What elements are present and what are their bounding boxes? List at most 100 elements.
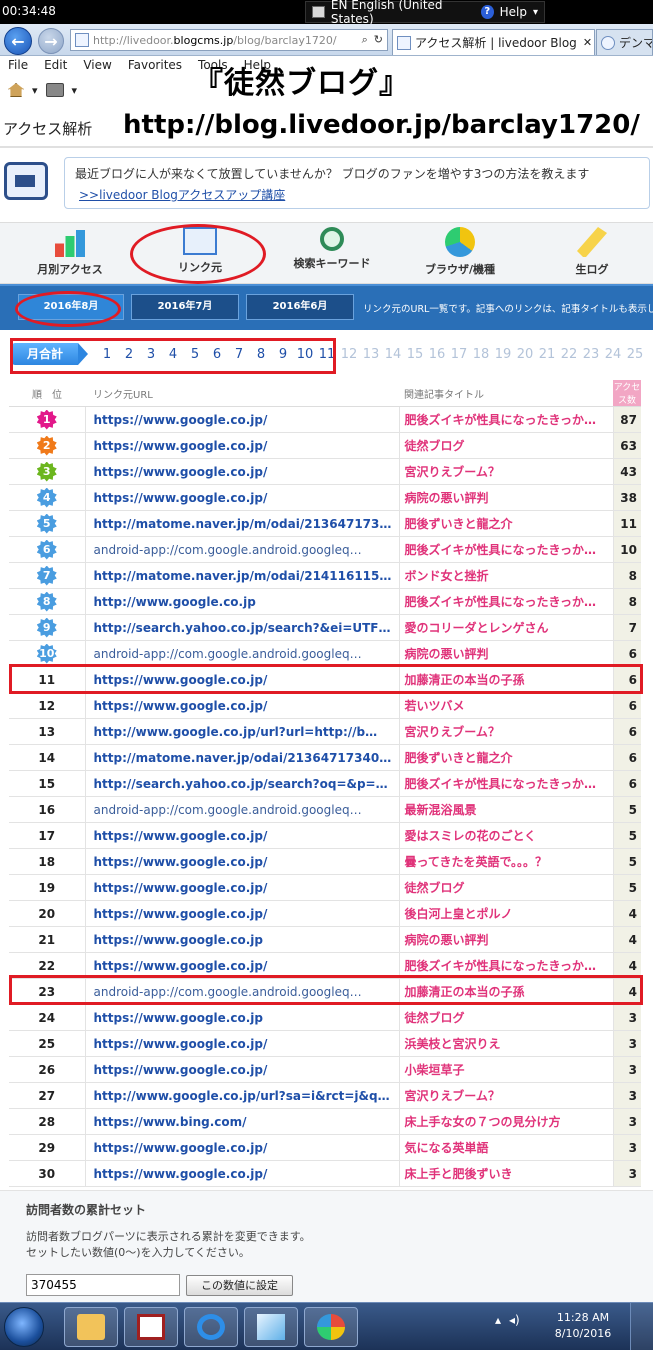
- menu-view[interactable]: View: [75, 56, 119, 78]
- nav-browser-device[interactable]: ブラウザ/機種: [400, 227, 520, 277]
- article-title-link[interactable]: 肥後ズイキが性具になったきっか…: [399, 770, 614, 797]
- article-title-link[interactable]: 床上手な女の７つの見分け方: [399, 1108, 614, 1135]
- referrer-url-link[interactable]: http://www.google.co.jp/url?sa=i&rct=j&q…: [85, 1082, 400, 1109]
- address-bar[interactable]: http://livedoor.blogcms.jp/blog/barclay1…: [70, 29, 388, 51]
- menu-file[interactable]: File: [0, 56, 36, 78]
- nav-monthly-access[interactable]: 月別アクセス: [30, 227, 110, 277]
- volume-icon[interactable]: ◂): [509, 1313, 520, 1327]
- tab-other[interactable]: デンマ: [596, 29, 653, 55]
- article-title-link[interactable]: 肥後ズイキが性具になったきっか…: [399, 406, 614, 433]
- start-button[interactable]: [4, 1307, 44, 1347]
- home-dropdown-icon[interactable]: ▾: [32, 84, 38, 97]
- show-desktop-button[interactable]: [630, 1303, 653, 1350]
- menu-edit[interactable]: Edit: [36, 56, 75, 78]
- referrer-url-link[interactable]: https://www.google.co.jp/: [85, 874, 400, 901]
- referrer-url-link[interactable]: http://matome.naver.jp/m/odai/2141161150…: [85, 562, 400, 589]
- referrer-url-link[interactable]: https://www.google.co.jp/: [85, 458, 400, 485]
- referrer-url-link[interactable]: http://matome.naver.jp/odai/213647173409…: [85, 744, 400, 771]
- referrer-url-link[interactable]: https://www.google.co.jp/: [85, 1134, 400, 1161]
- article-title-link[interactable]: 肥後ズイキが性具になったきっか…: [399, 588, 614, 615]
- referrer-url-link[interactable]: https://www.google.co.jp/: [85, 692, 400, 719]
- article-title-link[interactable]: 後白河上皇とポルノ: [399, 900, 614, 927]
- taskbar-internet-explorer[interactable]: [184, 1307, 238, 1347]
- referrer-url-link[interactable]: https://www.google.co.jp/: [85, 1056, 400, 1083]
- referrer-url-link[interactable]: https://www.google.co.jp/: [85, 822, 400, 849]
- article-title-link[interactable]: 肥後ずいきと龍之介: [399, 744, 614, 771]
- article-title-link[interactable]: 宮沢りえブーム？: [399, 1082, 614, 1109]
- article-title-link[interactable]: 浜美枝と宮沢りえ: [399, 1030, 614, 1057]
- referrer-url-link[interactable]: android-app://com.google.android.googleq…: [85, 796, 400, 823]
- language-bar-options-icon[interactable]: ▾: [533, 7, 538, 18]
- referrer-url-link[interactable]: https://www.google.co.jp/: [85, 1030, 400, 1057]
- rank-cell: 10: [9, 640, 86, 667]
- referrer-url-link[interactable]: http://search.yahoo.co.jp/search?&ei=UTF…: [85, 614, 400, 641]
- close-tab-icon[interactable]: ✕: [583, 36, 592, 49]
- referrer-url-link[interactable]: https://www.google.co.jp/: [85, 432, 400, 459]
- rank-number: 16: [38, 802, 56, 817]
- referrer-url-link[interactable]: https://www.google.co.jp/: [85, 900, 400, 927]
- referrer-url-link[interactable]: http://www.google.co.jp: [85, 588, 400, 615]
- nav-search-keywords[interactable]: 検索キーワード: [282, 227, 382, 271]
- article-title-link[interactable]: 徒然ブログ: [399, 1004, 614, 1031]
- help-icon[interactable]: ?: [480, 5, 494, 19]
- table-row: 3 https://www.google.co.jp/宮沢りえブーム？ 43: [9, 458, 641, 485]
- search-icon[interactable]: ⌕: [362, 33, 368, 47]
- taskbar-explorer[interactable]: [64, 1307, 118, 1347]
- print-icon[interactable]: [45, 83, 64, 97]
- day-link: 13: [362, 347, 380, 362]
- article-title-link[interactable]: 病院の悪い評判: [399, 640, 614, 667]
- count-header: アクセス数: [613, 380, 641, 407]
- print-dropdown-icon[interactable]: ▾: [72, 84, 78, 97]
- taskbar-paint[interactable]: [304, 1307, 358, 1347]
- article-title-link[interactable]: 愛のコリーダとレンゲさん: [399, 614, 614, 641]
- referrer-url-link[interactable]: http://www.google.co.jp/url?url=http://b…: [85, 718, 400, 745]
- article-title-link[interactable]: 宮沢りえブーム？: [399, 718, 614, 745]
- article-title-link[interactable]: 徒然ブログ: [399, 874, 614, 901]
- day-link: 12: [340, 347, 358, 362]
- article-title-link[interactable]: 気になる英単語: [399, 1134, 614, 1161]
- counter-value-input[interactable]: [26, 1274, 180, 1296]
- article-title-link[interactable]: 宮沢りえブーム？: [399, 458, 614, 485]
- article-title-link[interactable]: 病院の悪い評判: [399, 484, 614, 511]
- tray-expand-icon[interactable]: ▴: [495, 1313, 501, 1327]
- taskbar-clock-app[interactable]: [124, 1307, 178, 1347]
- article-title-link[interactable]: 徒然ブログ: [399, 432, 614, 459]
- nav-raw-log[interactable]: 生ログ: [552, 227, 632, 277]
- forward-button[interactable]: →: [38, 28, 64, 54]
- article-title-link[interactable]: 肥後ズイキが性具になったきっか…: [399, 536, 614, 563]
- set-counter-button[interactable]: この数値に設定: [186, 1275, 293, 1296]
- access-up-link[interactable]: >>livedoor Blogアクセスアップ講座: [75, 186, 639, 203]
- article-title-link[interactable]: 小柴垣草子: [399, 1056, 614, 1083]
- article-title-link[interactable]: 肥後ずいきと龍之介: [399, 510, 614, 537]
- article-title-link[interactable]: 若いツバメ: [399, 692, 614, 719]
- taskbar-clock[interactable]: 11:28 AM 8/10/2016: [553, 1310, 613, 1342]
- referrer-url-link[interactable]: https://www.google.co.jp/: [85, 848, 400, 875]
- referrer-url-link[interactable]: http://matome.naver.jp/m/odai/2136471734…: [85, 510, 400, 537]
- tab-access-analysis[interactable]: アクセス解析 | livedoor Blog ✕: [392, 29, 595, 55]
- article-title-link[interactable]: ボンド女と挫折: [399, 562, 614, 589]
- article-title-link[interactable]: 愛はスミレの花のごとく: [399, 822, 614, 849]
- referrer-url-link[interactable]: https://www.google.co.jp/: [85, 484, 400, 511]
- article-title-link[interactable]: 最新混浴風景: [399, 796, 614, 823]
- article-title-link[interactable]: 病院の悪い評判: [399, 926, 614, 953]
- menu-favorites[interactable]: Favorites: [120, 56, 190, 78]
- help-label[interactable]: Help: [500, 5, 527, 19]
- referrer-url-link[interactable]: https://www.bing.com/: [85, 1108, 400, 1135]
- referrer-url-link[interactable]: https://www.google.co.jp/: [85, 406, 400, 433]
- language-bar[interactable]: EN English (United States) ? Help ▾: [305, 0, 545, 26]
- table-row: 13 http://www.google.co.jp/url?url=http:/…: [9, 718, 641, 745]
- home-icon[interactable]: [8, 83, 24, 97]
- month-tab-2016-07[interactable]: 2016年7月: [131, 294, 239, 320]
- article-title-link[interactable]: 床上手と肥後ずいき: [399, 1160, 614, 1187]
- back-button[interactable]: ←: [4, 27, 32, 55]
- taskbar-app[interactable]: [244, 1307, 298, 1347]
- referrer-url-link[interactable]: android-app://com.google.android.googleq…: [85, 536, 400, 563]
- article-title-link[interactable]: 曇ってきたを英語で。。。？: [399, 848, 614, 875]
- referrer-url-link[interactable]: https://www.google.co.jp/: [85, 1160, 400, 1187]
- referrer-url-link[interactable]: https://www.google.co.jp: [85, 926, 400, 953]
- referrer-url-link[interactable]: http://search.yahoo.co.jp/search?oq=&p=%…: [85, 770, 400, 797]
- refresh-icon[interactable]: ↻: [374, 33, 383, 47]
- month-tab-2016-06[interactable]: 2016年6月: [246, 294, 354, 320]
- referrer-url-link[interactable]: https://www.google.co.jp: [85, 1004, 400, 1031]
- referrer-url-link[interactable]: android-app://com.google.android.googleq…: [85, 640, 400, 667]
